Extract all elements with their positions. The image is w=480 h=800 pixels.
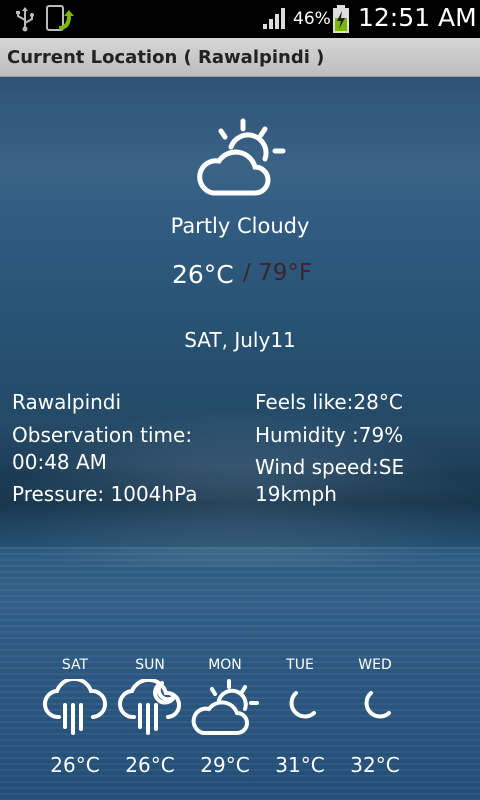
humidity-value: Humidity :79% [255, 423, 404, 447]
night-rain-icon [118, 679, 181, 735]
forecast-day-wed: WED 32°C [335, 657, 415, 777]
pressure-value: Pressure: 1004hPa [12, 482, 198, 506]
page-title: Current Location ( Rawalpindi ) [7, 47, 325, 68]
status-clock: 12:51 AM [358, 3, 477, 32]
forecast-day-tue: TUE 31°C [260, 657, 340, 777]
forecast-day-label: TUE [286, 657, 314, 673]
forecast-day-mon: MON 29°C [185, 657, 265, 777]
background-treeline [0, 467, 480, 547]
usb-icon [16, 7, 34, 32]
location-name: Rawalpindi [12, 390, 122, 414]
feels-like-value: Feels like:28°C [255, 390, 403, 414]
moon-icon [289, 691, 316, 719]
status-bar: 46% 12:51 AM [0, 0, 480, 38]
forecast-day-label: MON [208, 657, 242, 673]
moon-icon [364, 691, 391, 719]
current-date: SAT, July11 [184, 328, 296, 352]
rain-icon [43, 679, 107, 735]
observation-time-label: Observation time: [12, 423, 193, 447]
weather-panel: Partly Cloudy 26°C / 79°F SAT, July11 Ra… [0, 77, 480, 800]
app-download-icon [46, 5, 74, 31]
current-condition: Partly Cloudy [170, 214, 310, 238]
forecast-temp: 32°C [350, 753, 400, 777]
forecast-day-label: SUN [135, 657, 165, 673]
battery-percent: 46% [293, 9, 331, 29]
forecast-day-sat: SAT 26°C [35, 657, 115, 777]
wind-speed-label: Wind speed:SE [255, 455, 405, 479]
partly-cloudy-icon [191, 679, 259, 735]
forecast-day-label: SAT [61, 657, 89, 673]
forecast-temp: 31°C [275, 753, 325, 777]
observation-time-value: 00:48 AM [12, 450, 107, 474]
forecast-day-sun: SUN 26°C [110, 657, 190, 777]
wind-speed-value: 19kmph [255, 482, 337, 506]
forecast-temp: 29°C [200, 753, 250, 777]
forecast-day-label: WED [358, 657, 392, 673]
current-temp-fahrenheit: / 79°F [243, 260, 313, 286]
title-bar: Current Location ( Rawalpindi ) [0, 38, 480, 77]
partly-cloudy-icon [197, 118, 286, 196]
forecast-temp: 26°C [50, 753, 100, 777]
signal-icon [263, 8, 285, 29]
forecast-temp: 26°C [125, 753, 175, 777]
battery-charging-icon [333, 5, 349, 33]
current-temp-celsius: 26°C [172, 260, 234, 289]
